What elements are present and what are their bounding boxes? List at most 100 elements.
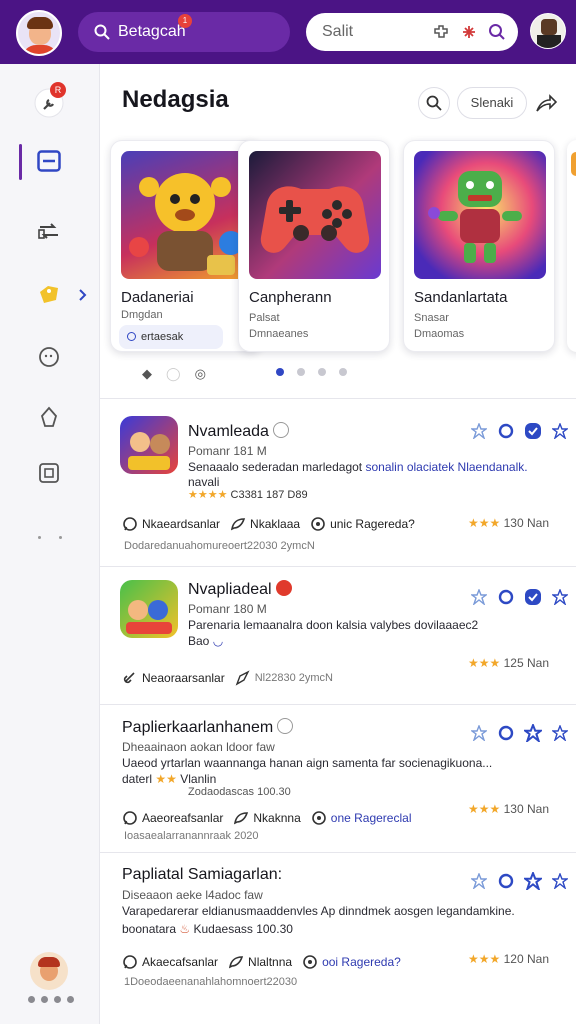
pin-action[interactable] — [470, 422, 488, 440]
chat-action[interactable] — [497, 588, 515, 606]
meta-label[interactable]: Aaeoreafsanlar — [142, 811, 223, 825]
featured-art-gamepad — [249, 151, 381, 279]
carousel-next-icon[interactable]: ◎ — [195, 366, 206, 382]
chat-action[interactable] — [497, 422, 515, 440]
search-icon[interactable] — [488, 23, 506, 41]
carousel-controls[interactable]: ◆ ◯ ◎ — [142, 366, 206, 382]
favorite-action[interactable] — [551, 872, 569, 890]
page-dot[interactable] — [297, 368, 305, 376]
list-item[interactable]: Papliatal Samiagarlan: Diseaaon aeke l4a… — [100, 854, 576, 1004]
pin-action[interactable] — [470, 724, 488, 742]
item-title: Papliatal Samiagarlan: — [122, 866, 283, 883]
divider — [100, 704, 576, 705]
carousel-dot-icon: ◯ — [166, 366, 181, 381]
featured-card-partial[interactable] — [567, 140, 576, 352]
bookmark-action[interactable] — [524, 724, 542, 742]
chevron-right-icon[interactable] — [78, 288, 88, 302]
whatsapp-icon — [123, 955, 137, 969]
page-dot-active[interactable] — [276, 368, 284, 376]
meta-label[interactable]: unic Ragereda? — [330, 517, 415, 531]
chat-icon — [39, 347, 59, 367]
description-text: Bao — [188, 634, 210, 648]
check-icon — [525, 423, 541, 439]
star-icon — [552, 873, 568, 889]
search-field[interactable]: Salit — [306, 13, 518, 51]
carousel-pagination[interactable] — [276, 368, 347, 376]
header-filter-button[interactable]: Slenaki — [457, 87, 527, 119]
item-score: ★★★ 130 Nan — [468, 516, 549, 530]
favorite-action[interactable] — [551, 422, 569, 440]
star-outline-icon — [471, 725, 487, 741]
link-icon — [123, 672, 135, 684]
item-meta: Nkaeardsanlar Nkaklaaa unic Ragereda? — [122, 516, 415, 532]
notification-badge: 1 — [178, 14, 192, 28]
divider — [100, 852, 576, 853]
score-text: 120 Nan — [503, 952, 549, 966]
sidebar-item-achievements[interactable] — [30, 398, 68, 436]
loading-icon: ◡ — [212, 634, 224, 648]
pin-action[interactable] — [470, 588, 488, 606]
check-action[interactable] — [524, 588, 542, 606]
header-search-button[interactable] — [418, 87, 450, 119]
spark-icon[interactable] — [462, 25, 476, 39]
divider — [100, 398, 576, 399]
item-description: Uaeod yrtarlan waannanga hanan aign same… — [122, 756, 493, 770]
meta-link[interactable]: ooi Ragereda? — [322, 955, 401, 969]
thumbnail-art — [128, 432, 170, 470]
share-button[interactable] — [533, 90, 559, 116]
gamepad-illustration — [260, 186, 370, 253]
list-item[interactable]: Paplierkaarlanhanem Dheaainaon aokan ldo… — [100, 706, 576, 852]
item-thumbnail — [120, 580, 178, 638]
sidebar-item-transfer[interactable] — [30, 212, 68, 250]
sidebar-item-library[interactable] — [30, 142, 68, 180]
page-dot[interactable] — [318, 368, 326, 376]
favorite-action[interactable] — [551, 724, 569, 742]
list-item[interactable]: Nvamleada Pomanr 181 M Senaaalo sederada… — [100, 400, 576, 566]
page-dot[interactable] — [339, 368, 347, 376]
top-bar: Betagcah 1 Salit — [0, 0, 576, 64]
comment-icon — [228, 956, 244, 969]
item-score: ★★★ 125 Nan — [468, 656, 549, 670]
pin-action[interactable] — [470, 872, 488, 890]
meta-label[interactable]: Nlaltnna — [248, 955, 292, 969]
item-title: Nvamleada — [188, 422, 289, 441]
check-action[interactable] — [524, 422, 542, 440]
account-avatar[interactable] — [30, 952, 68, 990]
sidebar-item-chat[interactable] — [30, 338, 68, 376]
search-icon — [94, 24, 110, 40]
verified-icon — [272, 422, 289, 438]
avatar-shirt — [22, 45, 58, 54]
item-score: ★★★ 130 Nan — [468, 802, 549, 816]
meta-label[interactable]: Akaecafsanlar — [142, 955, 218, 969]
meta-date: Nl22830 2ymcN — [254, 672, 333, 684]
favorite-action[interactable] — [551, 588, 569, 606]
meta-link[interactable]: one Ragereclal — [331, 811, 412, 825]
list-item[interactable]: Nvapliadeal Pomanr 180 M Parenaria lemaa… — [100, 568, 576, 704]
featured-card[interactable]: Canpherann Palsat Dmnaeanes — [238, 140, 390, 352]
score-text: 125 Nan — [503, 656, 549, 670]
score-stars-icon: ★★★ — [468, 802, 501, 816]
chat-action[interactable] — [497, 872, 515, 890]
carousel-prev-icon[interactable]: ◆ — [142, 366, 152, 382]
whatsapp-icon — [123, 811, 137, 825]
sidebar-item-deals[interactable] — [30, 276, 68, 314]
description-link[interactable]: sonalin olaciatek Nlaendanalk. — [365, 460, 527, 474]
sidebar-more-dots[interactable] — [38, 536, 62, 539]
featured-chip[interactable]: ertaesak — [119, 325, 223, 349]
meta-label[interactable]: Nkaklaaa — [250, 517, 300, 531]
profile-avatar[interactable] — [530, 13, 566, 49]
meta-label[interactable]: Nkaeardsanlar — [142, 517, 220, 531]
sidebar-item-collections[interactable] — [30, 454, 68, 492]
meta-label[interactable]: Nkaknna — [253, 811, 300, 825]
meta-label[interactable]: Neaoraarsanlar — [142, 671, 225, 685]
item-actions — [470, 872, 569, 890]
robot-illustration — [428, 171, 522, 263]
featured-card[interactable]: Sandanlartata Snasar Dmaomas — [403, 140, 555, 352]
whatsapp-icon — [123, 517, 137, 531]
avatar-body — [537, 35, 561, 48]
bookmark-action[interactable] — [524, 872, 542, 890]
featured-art-robot — [414, 151, 546, 279]
puzzle-icon[interactable] — [432, 23, 450, 41]
user-avatar[interactable] — [16, 10, 62, 56]
chat-action[interactable] — [497, 724, 515, 742]
